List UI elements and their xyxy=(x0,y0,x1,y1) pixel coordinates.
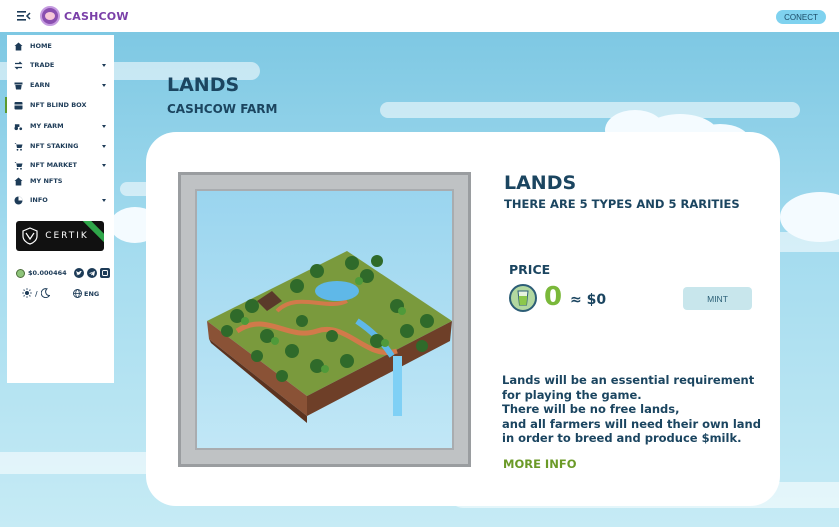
swap-icon xyxy=(14,61,23,70)
sidebar-item-my-farm[interactable]: MY FARM xyxy=(7,118,114,134)
sidebar-item-nft-blind-box[interactable]: NFT BLIND BOX xyxy=(5,97,114,113)
globe-icon xyxy=(73,288,82,300)
top-bar: CASHCOW CONECT xyxy=(0,0,839,32)
page-subtitle: CASHCOW FARM xyxy=(167,102,278,116)
language-selector[interactable]: ENG xyxy=(73,288,99,300)
sidebar-item-nft-staking[interactable]: NFT STAKING xyxy=(7,138,114,154)
earn-icon xyxy=(14,81,23,90)
page-title: LANDS xyxy=(167,74,240,96)
land-image-frame xyxy=(178,172,471,467)
active-indicator xyxy=(5,97,7,113)
brand-name: CASHCOW xyxy=(64,9,129,23)
connect-button[interactable]: CONECT xyxy=(776,10,826,24)
tractor-icon xyxy=(14,122,23,131)
chevron-down-icon xyxy=(102,144,106,148)
card-description: Lands will be an essential requirement f… xyxy=(502,373,762,446)
sidebar-item-label: EARN xyxy=(30,81,50,89)
brand-logo[interactable]: CASHCOW xyxy=(40,5,129,27)
menu-toggle-icon[interactable] xyxy=(16,8,32,22)
milk-token-icon xyxy=(16,268,25,278)
chevron-down-icon xyxy=(102,124,106,128)
mint-button[interactable]: MINT xyxy=(683,287,752,310)
description-line: for playing the game. xyxy=(502,387,642,402)
cart-icon xyxy=(14,142,23,151)
house-icon xyxy=(14,177,23,186)
sidebar-item-label: NFT MARKET xyxy=(30,161,77,169)
sidebar-item-label: NFT BLIND BOX xyxy=(30,101,87,109)
cow-logo-icon xyxy=(40,6,60,26)
description-line: There will be no free lands, xyxy=(502,402,680,416)
description-line: in order to breed and produce $milk. xyxy=(502,431,742,445)
box-icon xyxy=(14,101,23,110)
sun-icon[interactable] xyxy=(22,288,32,300)
sidebar: HOME TRADE EARN NFT BLIND BOX MY FARM NF… xyxy=(5,35,114,383)
language-label: ENG xyxy=(84,290,100,298)
sidebar-item-label: INFO xyxy=(30,196,48,204)
land-island-image xyxy=(195,189,454,450)
price-usd: ≈ $0 xyxy=(570,292,607,308)
token-price: $0.000464 xyxy=(28,269,67,277)
sidebar-item-nft-market[interactable]: NFT MARKET xyxy=(7,157,114,173)
token-price-row: $0.000464 xyxy=(16,267,110,279)
description-line: Lands will be an essential requirement xyxy=(502,373,755,387)
price-label: PRICE xyxy=(509,262,551,277)
more-info-link[interactable]: MORE INFO xyxy=(503,457,576,471)
card-title: LANDS xyxy=(504,172,577,194)
chevron-down-icon xyxy=(102,163,106,167)
home-icon xyxy=(14,42,23,51)
description-line: and all farmers will need their own land xyxy=(502,416,761,431)
price-value: 0 xyxy=(544,282,563,312)
medium-icon[interactable] xyxy=(99,268,110,278)
chevron-down-icon xyxy=(102,63,106,67)
pie-icon xyxy=(14,196,23,205)
chevron-down-icon xyxy=(102,83,106,87)
sidebar-item-my-nfts[interactable]: MY NFTS xyxy=(7,173,114,189)
moon-icon[interactable] xyxy=(40,288,50,300)
theme-toggle[interactable]: / xyxy=(22,288,50,300)
card-subtitle: THERE ARE 5 TYPES AND 5 RARITIES xyxy=(504,197,740,211)
sidebar-item-label: NFT STAKING xyxy=(30,142,79,150)
sidebar-item-info[interactable]: INFO xyxy=(7,192,114,208)
certik-label: CERTIK xyxy=(45,231,89,241)
cart-icon xyxy=(14,161,23,170)
sidebar-item-label: HOME xyxy=(30,42,52,50)
sidebar-item-trade[interactable]: TRADE xyxy=(7,57,114,73)
sidebar-item-label: TRADE xyxy=(30,61,55,69)
chevron-down-icon xyxy=(102,198,106,202)
certik-logo-icon xyxy=(22,227,38,245)
milk-glass-icon xyxy=(509,284,537,312)
sidebar-item-earn[interactable]: EARN xyxy=(7,77,114,93)
twitter-icon[interactable] xyxy=(73,268,84,278)
theme-separator: / xyxy=(35,290,38,298)
sidebar-item-label: MY FARM xyxy=(30,122,64,130)
sidebar-item-home[interactable]: HOME xyxy=(7,38,114,54)
certik-audit-badge[interactable]: CERTIK xyxy=(16,221,104,251)
sidebar-item-label: MY NFTS xyxy=(30,177,63,185)
telegram-icon[interactable] xyxy=(86,268,97,278)
